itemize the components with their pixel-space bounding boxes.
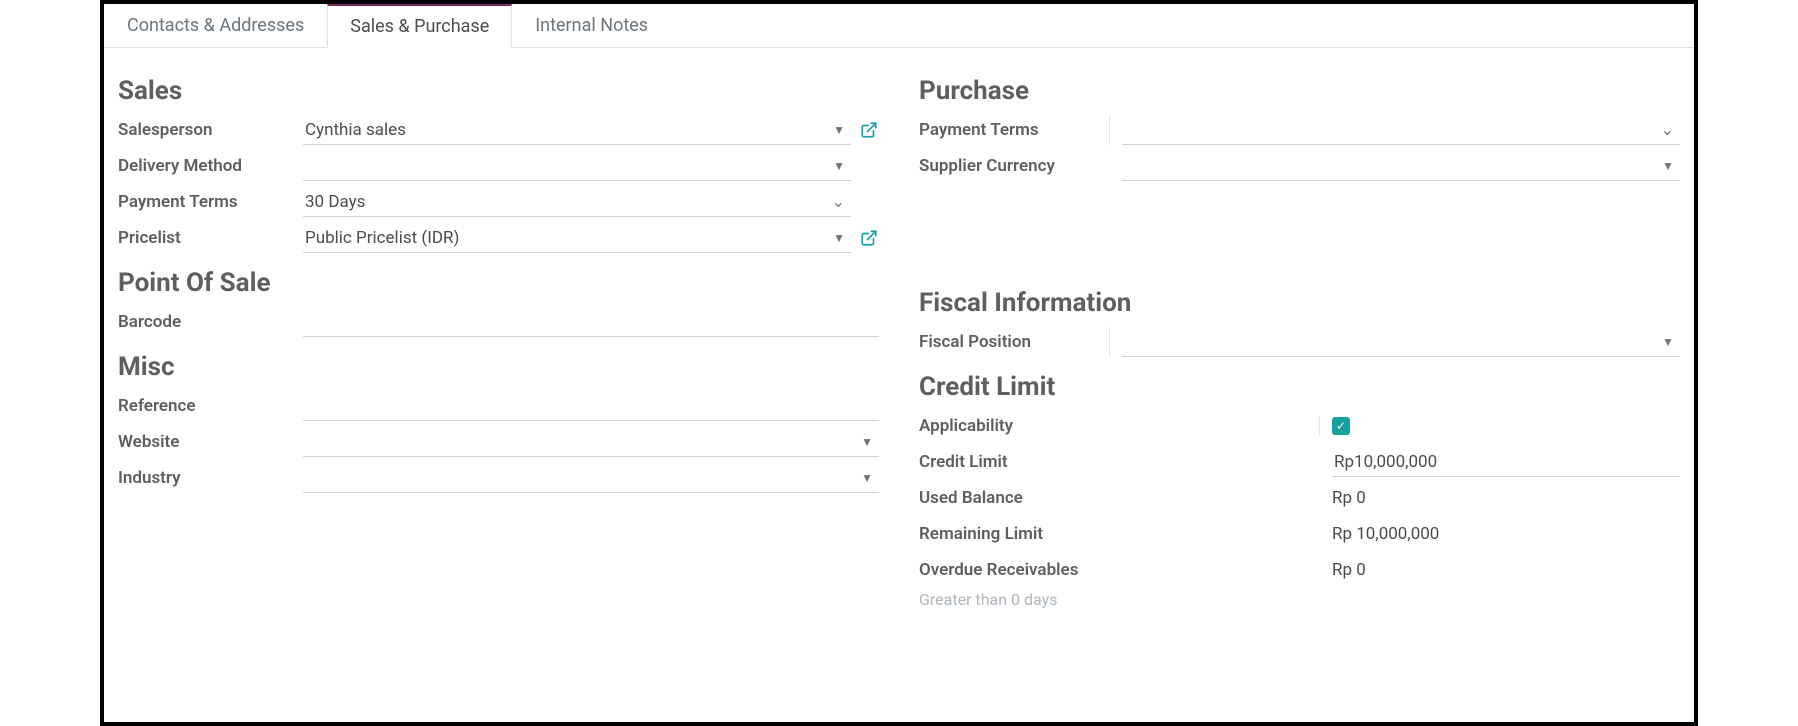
caret-down-icon: ▼: [857, 471, 877, 485]
sales-payment-terms-label: Payment Terms: [118, 192, 303, 212]
section-sales-title: Sales: [118, 76, 879, 106]
tab-contacts[interactable]: Contacts & Addresses: [104, 4, 327, 48]
website-select[interactable]: ▼: [303, 427, 879, 457]
remaining-limit-label: Remaining Limit: [919, 524, 1319, 544]
caret-down-icon: ▼: [829, 231, 849, 245]
purchase-payment-terms-label: Payment Terms: [919, 120, 1109, 140]
caret-down-icon: ▼: [829, 159, 849, 173]
overdue-note: Greater than 0 days: [919, 590, 1680, 609]
overdue-receivables-label: Overdue Receivables: [919, 560, 1319, 580]
overdue-receivables-value: Rp 0: [1332, 560, 1366, 580]
section-purchase-title: Purchase: [919, 76, 1680, 106]
sales-payment-terms-select[interactable]: 30 Days ⌄: [303, 187, 851, 217]
chevron-down-icon: ⌄: [1657, 120, 1678, 139]
external-link-icon[interactable]: [859, 120, 879, 140]
pricelist-select[interactable]: Public Pricelist (IDR) ▼: [303, 223, 851, 253]
caret-down-icon: ▼: [857, 435, 877, 449]
used-balance-value: Rp 0: [1332, 488, 1366, 508]
website-label: Website: [118, 432, 303, 452]
delivery-method-label: Delivery Method: [118, 156, 303, 176]
industry-select[interactable]: ▼: [303, 463, 879, 493]
barcode-label: Barcode: [118, 312, 303, 332]
purchase-payment-terms-select[interactable]: ⌄: [1122, 115, 1680, 145]
tab-bar: Contacts & Addresses Sales & Purchase In…: [104, 4, 1694, 48]
applicability-label: Applicability: [919, 416, 1319, 436]
fiscal-position-select[interactable]: ▼: [1122, 327, 1680, 357]
pricelist-label: Pricelist: [118, 228, 303, 248]
salesperson-select[interactable]: Cynthia sales ▼: [303, 115, 851, 145]
reference-input[interactable]: [303, 391, 879, 421]
applicability-checkbox[interactable]: ✓: [1332, 417, 1350, 435]
section-credit-title: Credit Limit: [919, 372, 1680, 402]
supplier-currency-select[interactable]: ▼: [1122, 151, 1680, 181]
industry-label: Industry: [118, 468, 303, 488]
remaining-limit-value: Rp 10,000,000: [1332, 524, 1439, 544]
delivery-method-select[interactable]: ▼: [303, 151, 851, 181]
external-link-icon[interactable]: [859, 228, 879, 248]
chevron-down-icon: ⌄: [828, 192, 849, 211]
used-balance-label: Used Balance: [919, 488, 1319, 508]
reference-label: Reference: [118, 396, 303, 416]
credit-limit-label: Credit Limit: [919, 452, 1319, 472]
caret-down-icon: ▼: [1658, 159, 1678, 173]
caret-down-icon: ▼: [829, 123, 849, 137]
tab-internal-notes[interactable]: Internal Notes: [512, 4, 671, 48]
fiscal-position-label: Fiscal Position: [919, 332, 1109, 352]
salesperson-label: Salesperson: [118, 120, 303, 140]
caret-down-icon: ▼: [1658, 335, 1678, 349]
credit-limit-input[interactable]: Rp10,000,000: [1332, 447, 1680, 477]
section-misc-title: Misc: [118, 352, 879, 382]
supplier-currency-label: Supplier Currency: [919, 156, 1109, 176]
barcode-input[interactable]: [303, 307, 879, 337]
section-fiscal-title: Fiscal Information: [919, 288, 1680, 318]
tab-sales-purchase[interactable]: Sales & Purchase: [327, 4, 512, 48]
section-pos-title: Point Of Sale: [118, 268, 879, 298]
